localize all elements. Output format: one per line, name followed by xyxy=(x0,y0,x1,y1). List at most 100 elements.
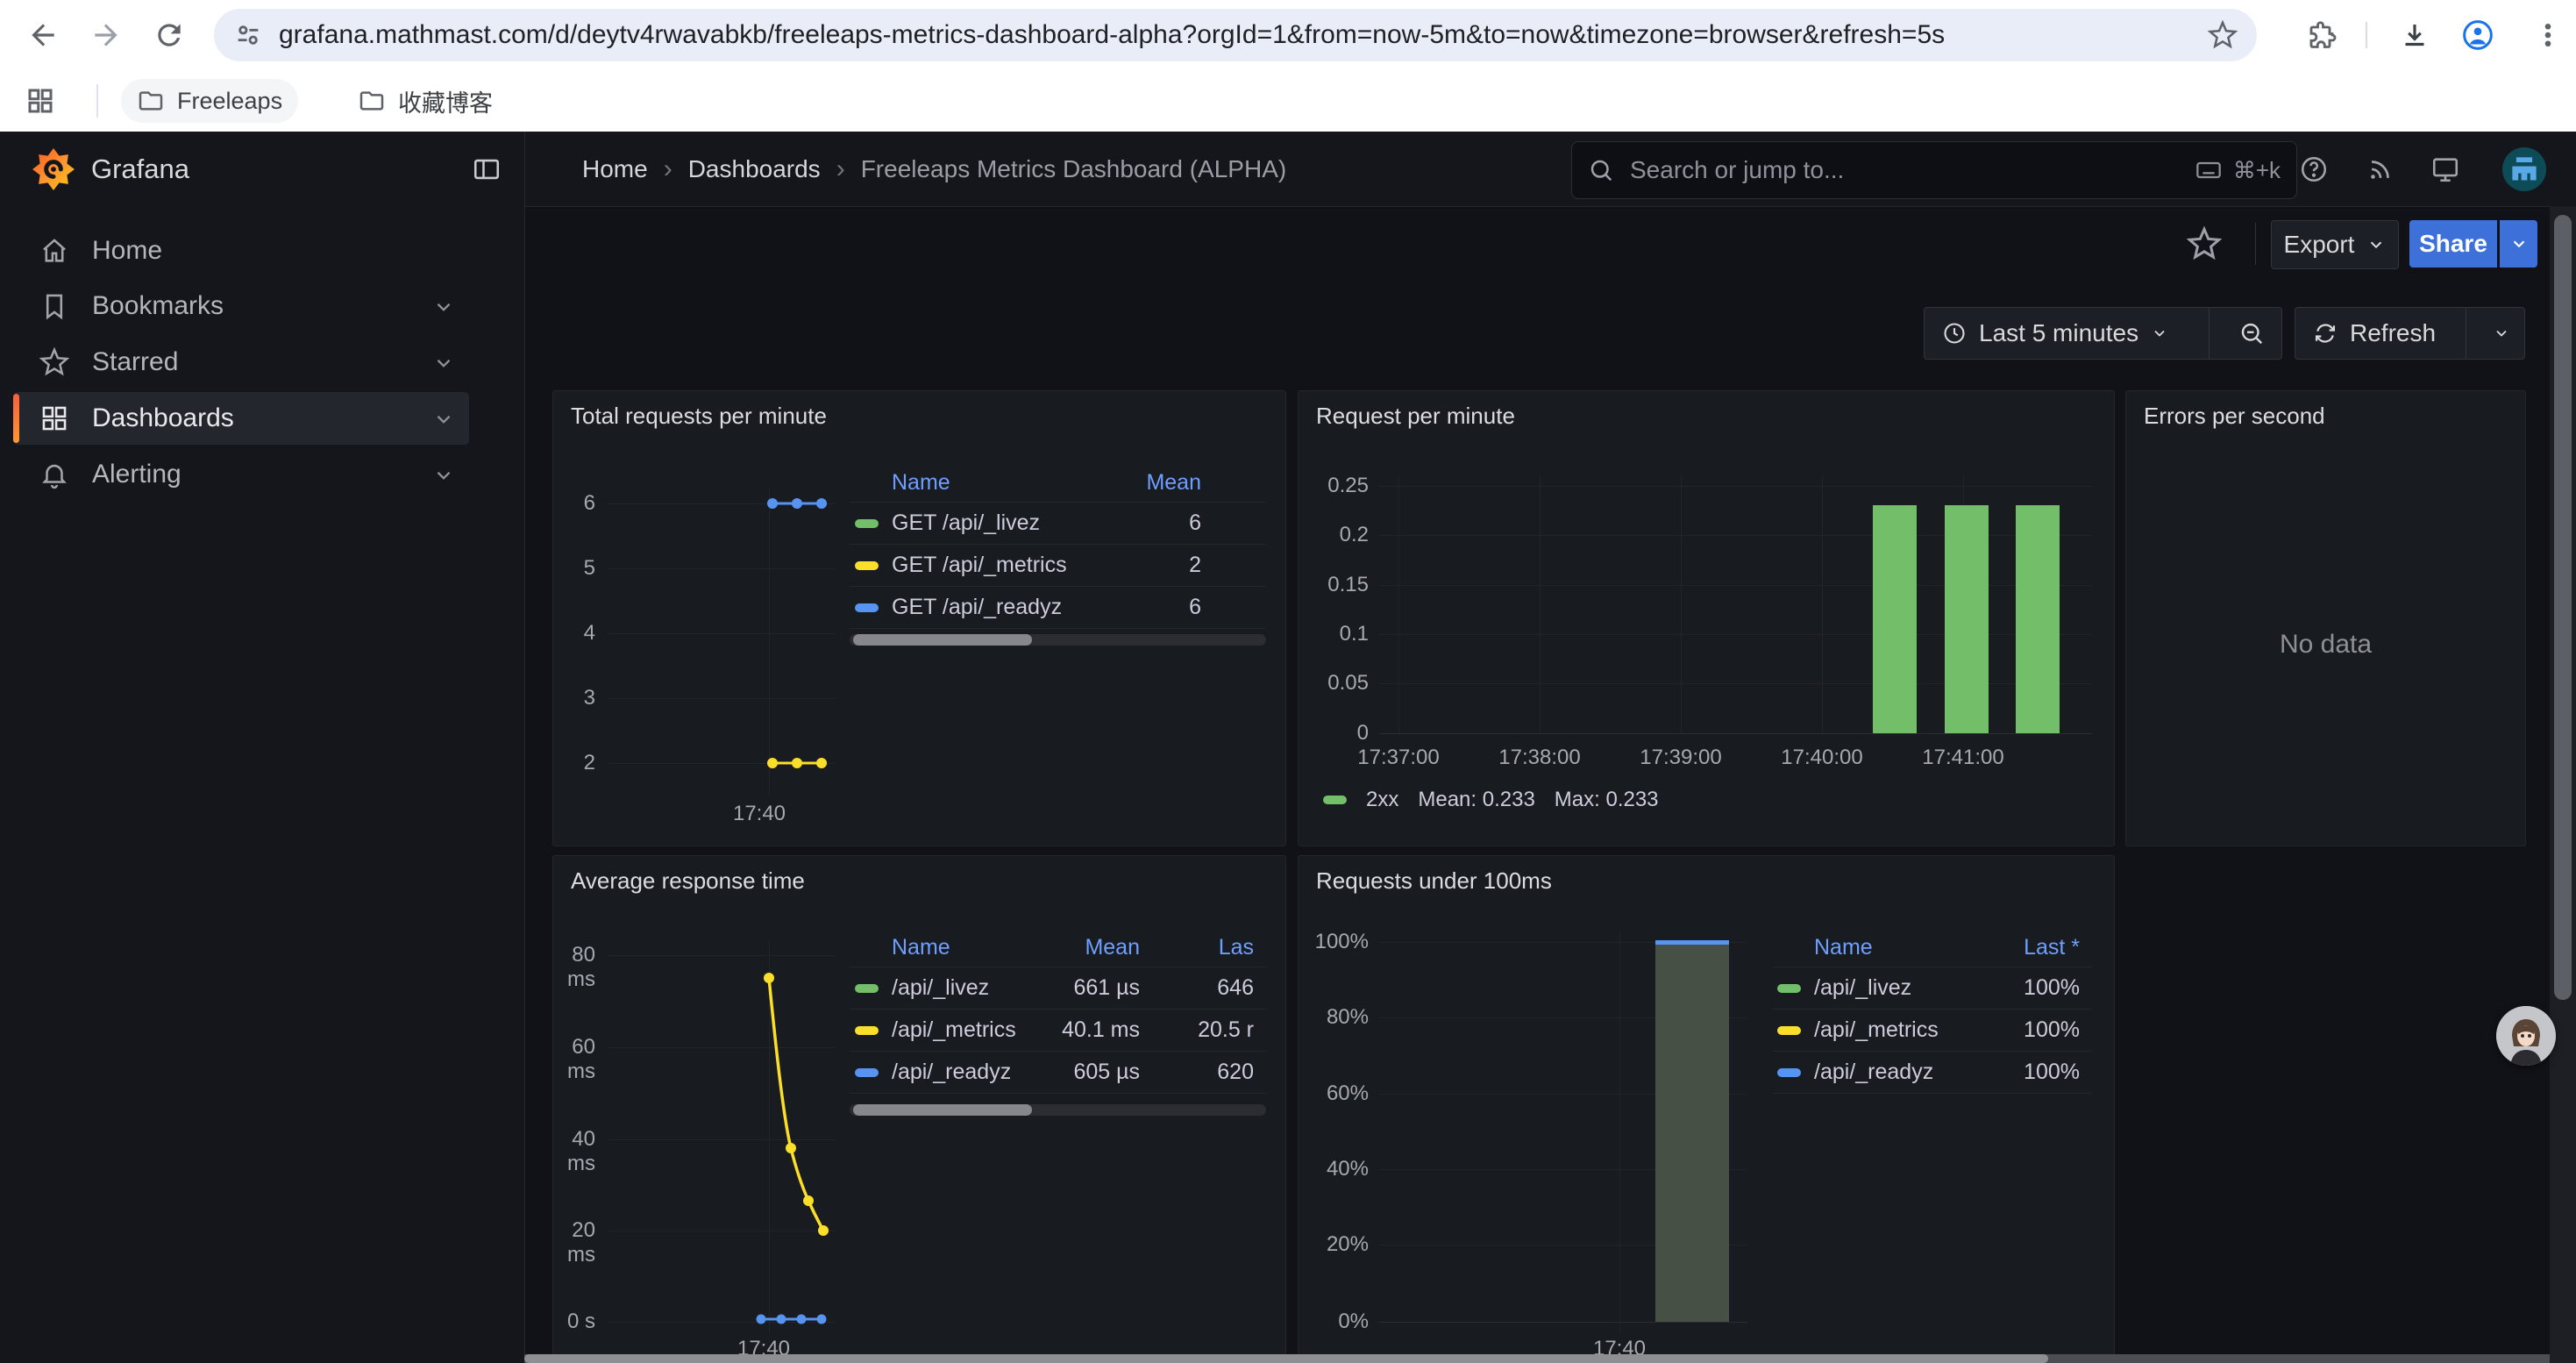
col-last[interactable]: Last * xyxy=(1979,935,2080,960)
export-button[interactable]: Export xyxy=(2271,220,2399,269)
panel-title[interactable]: Request per minute xyxy=(1316,403,1515,430)
vertical-scroll-thumb[interactable] xyxy=(2554,215,2572,1000)
series-mean: 2 xyxy=(1114,553,1201,578)
horizontal-scroll-thumb[interactable] xyxy=(524,1354,2048,1363)
chevron-down-icon[interactable] xyxy=(432,464,455,487)
export-label: Export xyxy=(2284,231,2355,259)
assistant-avatar[interactable] xyxy=(2496,1006,2556,1066)
group-divider xyxy=(2209,308,2210,359)
vertical-scrollbar[interactable] xyxy=(2550,206,2576,1363)
refresh-interval-dropdown[interactable] xyxy=(2479,308,2524,359)
legend-row[interactable]: GET /api/_metrics 2 xyxy=(850,545,1266,587)
col-name[interactable]: Name xyxy=(892,470,950,496)
series-swatch xyxy=(855,561,879,570)
legend-row[interactable]: /api/_metrics 40.1 ms 20.5 r xyxy=(850,1010,1266,1052)
bookmark-folder-blogs[interactable]: 收藏博客 xyxy=(342,79,509,123)
panel-title[interactable]: Errors per second xyxy=(2144,403,2325,430)
legend-row[interactable]: GET /api/_livez 6 xyxy=(850,503,1266,545)
sidebar-item-dashboards[interactable]: Dashboards xyxy=(13,392,469,445)
legend-row[interactable]: /api/_livez 661 µs 646 xyxy=(850,967,1266,1010)
col-name[interactable]: Name xyxy=(1814,935,1873,960)
sidebar-item-label: Starred xyxy=(92,347,178,377)
favorite-star-icon[interactable] xyxy=(2187,226,2222,261)
bar-2xx[interactable] xyxy=(2016,505,2060,733)
refresh-icon xyxy=(2313,321,2338,346)
chevron-down-icon[interactable] xyxy=(432,352,455,375)
horizontal-scrollbar[interactable] xyxy=(524,1354,2550,1363)
sidebar-item-bookmarks[interactable]: Bookmarks xyxy=(13,280,469,332)
screen: { "browser": { "url": "grafana.mathmast.… xyxy=(0,0,2576,1363)
y-tick: 40% xyxy=(1299,1157,1369,1181)
grafana-header: Grafana Home › Dashboards › Freeleaps Me… xyxy=(0,132,2576,207)
x-tick: 17:41:00 xyxy=(1902,746,2025,770)
sidebar-item-starred[interactable]: Starred xyxy=(13,336,469,389)
url-text[interactable]: grafana.mathmast.com/d/deytv4rwavabkb/fr… xyxy=(279,20,2208,50)
breadcrumb-separator: › xyxy=(664,154,672,184)
legend[interactable]: 2xx Mean: 0.233 Max: 0.233 xyxy=(1323,788,1659,812)
series-swatch xyxy=(1323,796,1347,804)
series-mean: 6 xyxy=(1114,595,1201,620)
profile-icon[interactable] xyxy=(2460,18,2495,53)
legend-row[interactable]: /api/_readyz 605 µs 620 xyxy=(850,1052,1266,1094)
bar-2xx[interactable] xyxy=(1945,505,1989,733)
site-settings-icon[interactable] xyxy=(233,20,263,50)
table-hscrollbar[interactable] xyxy=(850,1104,1266,1116)
bar-under-100ms[interactable] xyxy=(1655,942,1729,1322)
legend-row[interactable]: /api/_readyz 100% xyxy=(1772,1052,2092,1094)
breadcrumb-separator: › xyxy=(836,154,845,184)
grafana-logo[interactable] xyxy=(32,147,75,191)
col-name[interactable]: Name xyxy=(892,935,950,960)
back-icon[interactable] xyxy=(26,18,60,52)
refresh-button[interactable]: Refresh xyxy=(2295,308,2453,359)
search-bar[interactable]: ⌘+k xyxy=(1571,141,2297,199)
avg-response-line-chart[interactable] xyxy=(553,856,851,1363)
breadcrumb: Home › Dashboards › Freeleaps Metrics Da… xyxy=(582,154,1286,184)
panel-total-requests: Total requests per minute 6 5 4 3 2 17:4… xyxy=(552,390,1286,846)
sidebar-toggle-icon[interactable] xyxy=(472,154,502,184)
apps-grid-icon[interactable] xyxy=(25,85,56,117)
legend-row[interactable]: /api/_metrics 100% xyxy=(1772,1010,2092,1052)
scroll-thumb[interactable] xyxy=(853,634,1032,646)
panel-title[interactable]: Requests under 100ms xyxy=(1316,867,1552,895)
reload-icon[interactable] xyxy=(153,18,186,52)
col-mean[interactable]: Mean xyxy=(1114,470,1201,496)
search-input[interactable] xyxy=(1628,155,2195,185)
series-last: 100% xyxy=(1979,1060,2080,1085)
breadcrumb-current: Freeleaps Metrics Dashboard (ALPHA) xyxy=(861,155,1287,183)
help-icon[interactable] xyxy=(2299,154,2329,184)
zoom-out-button[interactable] xyxy=(2222,308,2281,359)
col-last[interactable]: Las xyxy=(1179,935,1254,960)
share-button[interactable]: Share xyxy=(2409,220,2497,268)
share-dropdown-button[interactable] xyxy=(2500,220,2537,268)
breadcrumb-home[interactable]: Home xyxy=(582,155,648,183)
total-requests-line-chart[interactable] xyxy=(553,391,851,846)
chevron-down-icon xyxy=(2366,235,2386,254)
chevron-down-icon[interactable] xyxy=(432,296,455,318)
forward-icon[interactable] xyxy=(89,18,123,52)
legend-row[interactable]: /api/_livez 100% xyxy=(1772,967,2092,1010)
search-icon xyxy=(1588,157,1614,183)
breadcrumb-dashboards[interactable]: Dashboards xyxy=(688,155,821,183)
kiosk-monitor-icon[interactable] xyxy=(2430,154,2460,184)
col-mean[interactable]: Mean xyxy=(1035,935,1140,960)
bookmark-star-icon[interactable] xyxy=(2208,20,2238,50)
y-tick: 0.05 xyxy=(1299,671,1369,696)
url-bar[interactable]: grafana.mathmast.com/d/deytv4rwavabkb/fr… xyxy=(214,9,2257,61)
sidebar-item-alerting[interactable]: Alerting xyxy=(13,448,469,501)
legend-row[interactable]: GET /api/_readyz 6 xyxy=(850,587,1266,629)
chevron-down-icon[interactable] xyxy=(432,408,455,431)
menu-dots-icon[interactable] xyxy=(2532,19,2564,51)
extensions-icon[interactable] xyxy=(2306,19,2338,51)
table-hscrollbar[interactable] xyxy=(850,634,1266,646)
time-range-picker[interactable]: Last 5 minutes xyxy=(1925,308,2196,359)
news-rss-icon[interactable] xyxy=(2366,154,2395,184)
scroll-thumb[interactable] xyxy=(853,1104,1032,1116)
bar-2xx[interactable] xyxy=(1873,505,1917,733)
legend-header: Name Mean xyxy=(850,463,1266,503)
user-avatar[interactable] xyxy=(2502,147,2546,191)
keyboard-icon xyxy=(2195,156,2223,184)
sidebar-item-home[interactable]: Home xyxy=(13,225,469,277)
download-icon[interactable] xyxy=(2399,19,2430,51)
sidebar-item-label: Bookmarks xyxy=(92,291,224,321)
bookmark-folder-freeleaps[interactable]: Freeleaps xyxy=(121,79,298,123)
